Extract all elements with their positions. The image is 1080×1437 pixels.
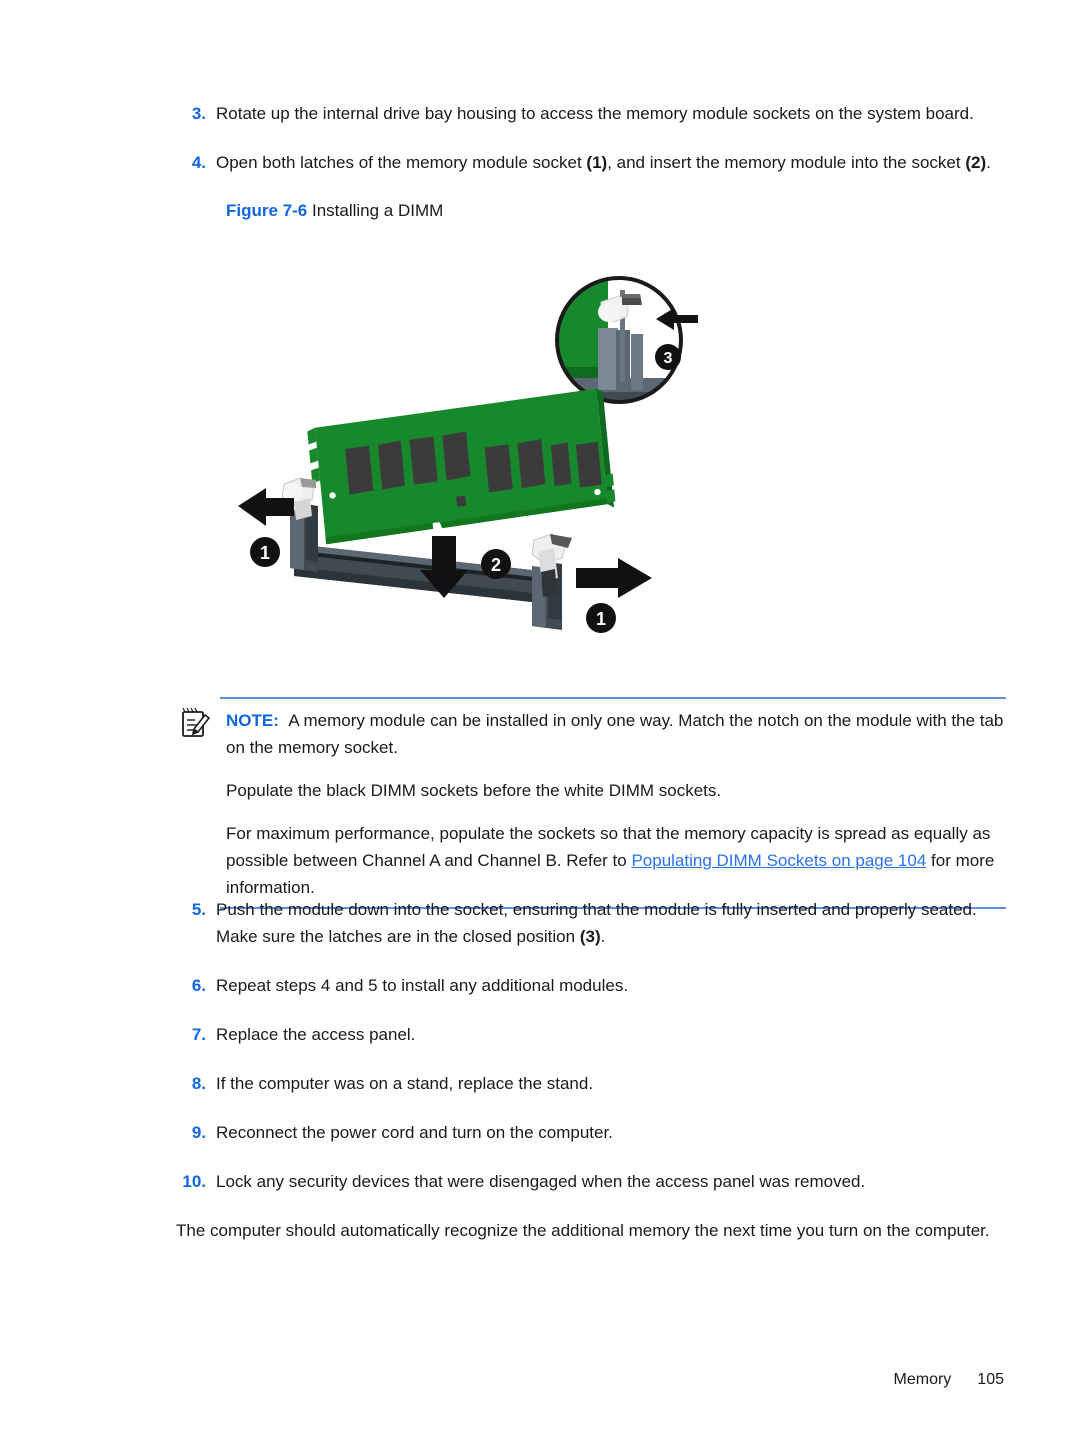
dimm-installation-illustration: 3 1 2 1 [232,272,712,672]
list-item: 8. If the computer was on a stand, repla… [176,1070,1006,1097]
svg-text:1: 1 [260,543,270,563]
list-number: 7. [191,1025,206,1044]
note-paragraph-3: For maximum performance, populate the so… [226,820,1006,901]
socket-latch-left [281,477,318,572]
note-pad-pencil-icon [178,707,212,739]
list-number: 3. [191,104,206,123]
footer-page-number: 105 [977,1371,1004,1388]
callout-2: 2 [481,549,511,579]
svg-text:1: 1 [596,609,606,629]
list-number: 4. [191,153,206,172]
step5-callout-3: (3) [579,927,601,946]
list-item: 9. Reconnect the power cord and turn on … [176,1119,1006,1146]
arrow-right-open-latch [576,558,652,598]
list-text: Replace the access panel. [216,1025,416,1044]
note-lead-label: NOTE: [226,711,279,730]
note-paragraph-2: Populate the black DIMM sockets before t… [226,781,722,800]
closing-paragraph: The computer should automatically recogn… [176,1221,990,1240]
figure-title: Installing a DIMM [307,201,443,220]
list-number: 9. [191,1123,206,1142]
document-page: 3. Rotate up the internal drive bay hous… [0,0,1080,1437]
lower-steps-block: 5. Push the module down into the socket,… [176,896,1006,1244]
socket-latch-right [531,533,572,630]
upper-steps-block: 3. Rotate up the internal drive bay hous… [176,100,1006,230]
step4-text-part2: , and insert the memory module into the … [607,153,966,172]
dimm-memory-module [307,388,616,545]
step4-callout-1: (1) [586,153,608,172]
list-item: 4. Open both latches of the memory modul… [176,149,1006,176]
list-text: Reconnect the power cord and turn on the… [216,1123,613,1142]
svg-text:2: 2 [491,555,501,575]
figure-label: Figure 7-6 [226,201,308,220]
page-footer: Memory 105 [894,1371,1004,1389]
note-first-line: NOTE: A memory module can be installed i… [226,707,1006,761]
callout-1-right: 1 [586,603,616,633]
list-number: 5. [191,900,206,919]
note-body-text: A memory module can be installed in only… [226,711,1004,757]
list-text: Repeat steps 4 and 5 to install any addi… [216,976,629,995]
list-text: If the computer was on a stand, replace … [216,1074,594,1093]
callout-3: 3 [655,344,681,370]
figure-title-text: Installing a DIMM [311,201,444,220]
list-item: 5. Push the module down into the socket,… [176,896,1006,950]
list-text: Lock any security devices that were dise… [216,1172,866,1191]
list-text: Rotate up the internal drive bay housing… [216,104,974,123]
step4-text-part3: . [986,153,991,172]
list-text: Open both latches of the memory module s… [216,149,1006,176]
step4-callout-2: (2) [965,153,987,172]
list-item: 6. Repeat steps 4 and 5 to install any a… [176,972,1006,999]
list-number: 6. [191,976,206,995]
callout-1-left: 1 [250,537,280,567]
populating-dimm-sockets-link[interactable]: Populating DIMM Sockets on page 104 [631,851,926,870]
inset-detail-closed-latch [555,276,683,404]
list-item: 10. Lock any security devices that were … [176,1168,1006,1195]
figure-caption: Figure 7-6 Installing a DIMM [226,198,1006,224]
list-number: 10. [182,1172,206,1191]
footer-section-label: Memory [893,1371,952,1388]
note-callout-block: NOTE: A memory module can be installed i… [176,697,1006,909]
note-body: NOTE: A memory module can be installed i… [176,699,1006,907]
list-number: 8. [191,1074,206,1093]
svg-text:3: 3 [664,350,673,367]
step4-text-part1: Open both latches of the memory module s… [216,153,587,172]
list-text: Push the module down into the socket, en… [216,896,1006,950]
list-item: 7. Replace the access panel. [176,1021,1006,1048]
step5-text-part2: . [600,927,606,946]
list-item: 3. Rotate up the internal drive bay hous… [176,100,1006,127]
